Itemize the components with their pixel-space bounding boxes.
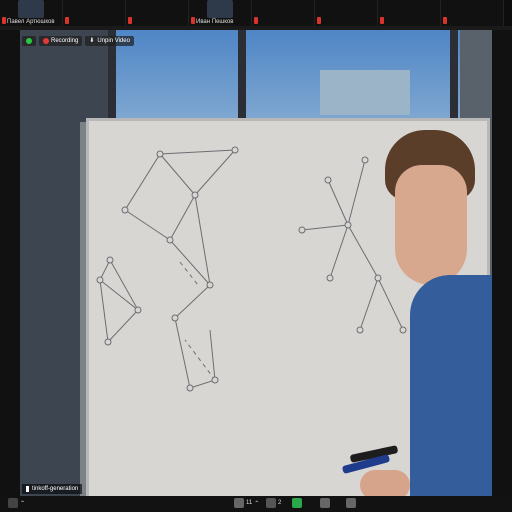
recording-label: Recording <box>51 38 79 44</box>
mic-muted-icon <box>317 17 321 24</box>
participant-tile[interactable] <box>441 0 504 26</box>
share-screen-button[interactable] <box>292 498 302 508</box>
participant-tile[interactable] <box>252 0 315 26</box>
record-icon <box>320 498 330 508</box>
avatar <box>207 0 233 18</box>
chevron-up-icon[interactable]: ⌃ <box>20 500 25 507</box>
security-badge[interactable] <box>22 36 36 46</box>
speaker-name: tinkoff-generation <box>32 486 79 492</box>
right-gutter <box>492 30 512 496</box>
participant-tile[interactable] <box>126 0 189 26</box>
recording-badge[interactable]: Recording <box>39 36 83 46</box>
mic-muted-icon <box>8 498 18 508</box>
mic-muted-icon <box>443 17 447 24</box>
mic-muted-icon <box>128 17 132 24</box>
main-video[interactable] <box>20 30 492 496</box>
avatar <box>18 0 44 18</box>
reactions-icon <box>346 498 356 508</box>
participant-tile[interactable] <box>63 0 126 26</box>
unpin-video-label: Unpin Video <box>97 38 130 44</box>
participant-tile[interactable]: Иван Пешков <box>189 0 252 26</box>
left-gutter <box>0 30 20 496</box>
participants-button[interactable]: 11 ⌃ <box>234 498 259 508</box>
mute-button[interactable]: ⌃ <box>8 498 25 508</box>
mic-muted-icon <box>191 17 195 24</box>
speaker-name-tag: tinkoff-generation <box>22 484 83 494</box>
mic-muted-icon <box>2 17 6 24</box>
person-body <box>410 275 492 496</box>
participants-count: 11 <box>246 500 253 506</box>
hand <box>360 470 410 496</box>
share-screen-icon <box>292 498 302 508</box>
reactions-button[interactable] <box>346 498 356 508</box>
participant-strip: Павел Артюшков Иван Пешков <box>0 0 512 26</box>
participant-tile[interactable] <box>315 0 378 26</box>
mic-muted-icon <box>254 17 258 24</box>
chat-button[interactable]: 2 <box>266 498 281 508</box>
participant-name: Иван Пешков <box>196 19 234 25</box>
mic-muted-icon <box>65 17 69 24</box>
pin-icon: ⬇ <box>89 38 95 44</box>
shield-icon <box>26 38 32 44</box>
participant-name: Павел Артюшков <box>7 19 55 25</box>
meeting-badges: Recording ⬇ Unpin Video <box>22 36 134 46</box>
record-icon <box>43 38 49 44</box>
person-face <box>395 165 467 285</box>
mic-icon <box>26 486 29 492</box>
unpin-video-button[interactable]: ⬇ Unpin Video <box>85 36 134 46</box>
chat-icon <box>266 498 276 508</box>
participant-tile[interactable] <box>378 0 441 26</box>
record-button[interactable] <box>320 498 330 508</box>
meeting-toolbar: ⌃ 11 ⌃ 2 <box>0 496 512 512</box>
mic-muted-icon <box>380 17 384 24</box>
participant-tile[interactable]: Павел Артюшков <box>0 0 63 26</box>
chevron-up-icon[interactable]: ⌃ <box>254 500 259 507</box>
participants-icon <box>234 498 244 508</box>
chat-count: 2 <box>278 500 282 506</box>
